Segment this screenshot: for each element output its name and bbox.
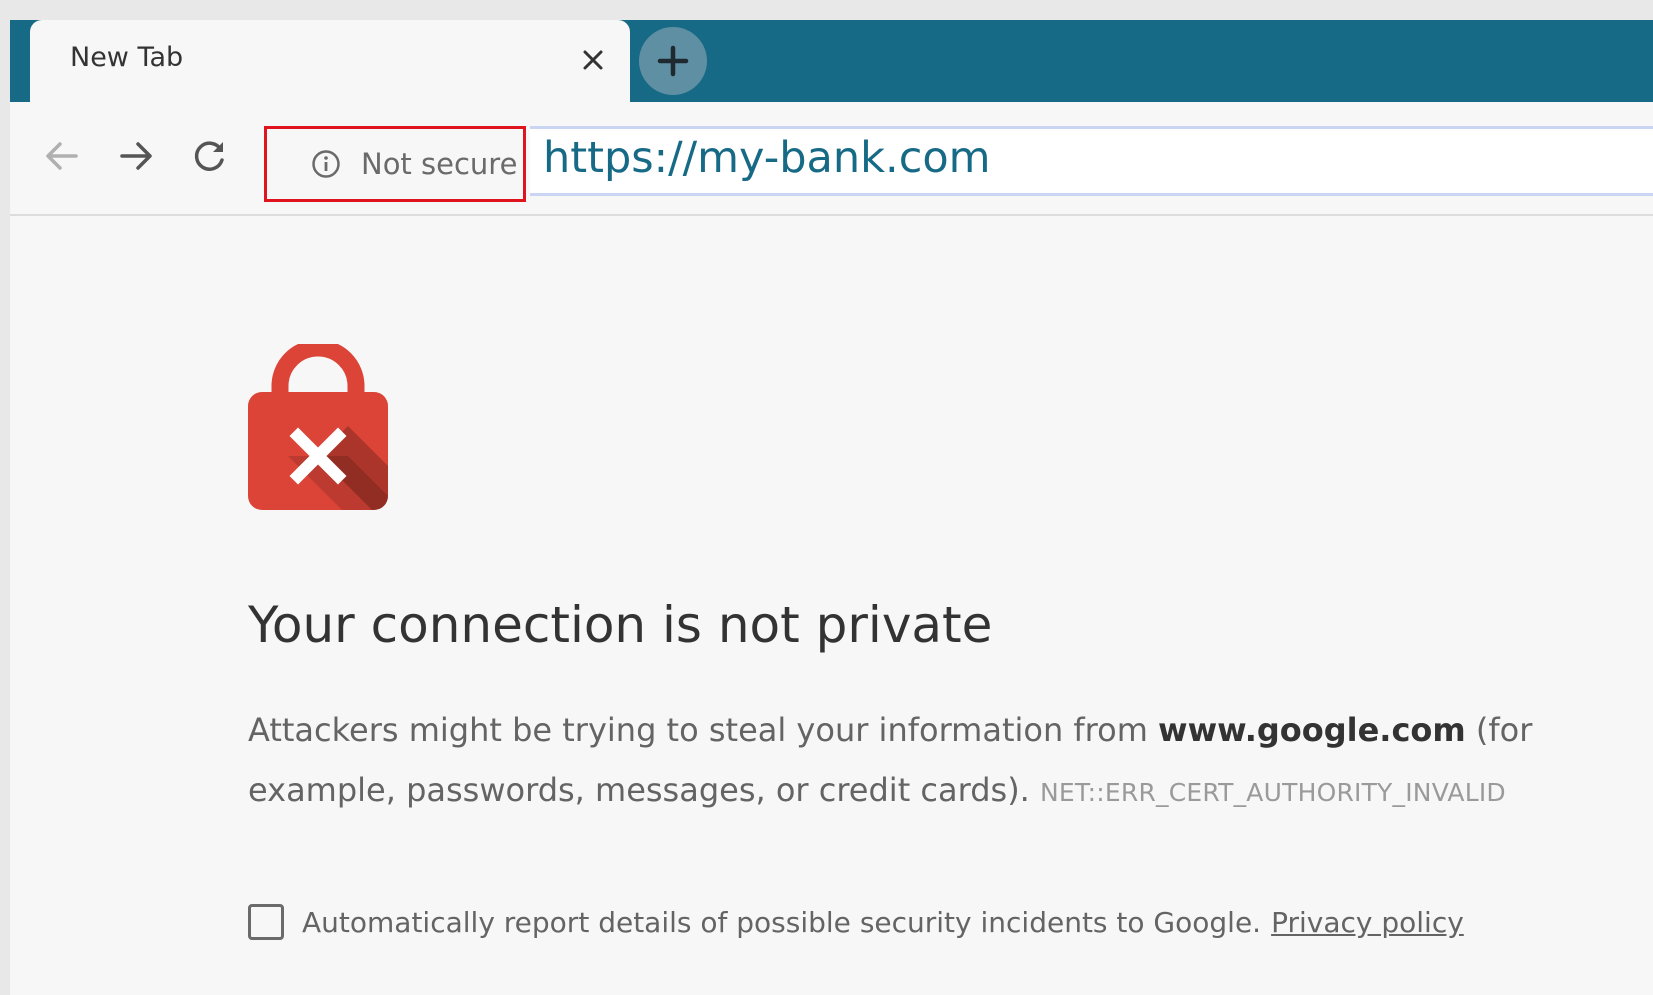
window-top-edge: [0, 0, 1653, 20]
browser-window: New Tab Not secure https://my-bank.com Y…: [10, 20, 1653, 995]
plus-icon: [657, 45, 689, 77]
toolbar: Not secure https://my-bank.com: [10, 102, 1653, 216]
target-domain: www.google.com: [1158, 711, 1466, 749]
close-tab-button[interactable]: [575, 42, 611, 78]
message-text: Attackers might be trying to steal your …: [248, 711, 1159, 749]
privacy-policy-link[interactable]: Privacy policy: [1271, 906, 1464, 939]
tab-title: New Tab: [70, 42, 184, 73]
report-option: Automatically report details of possible…: [248, 904, 1464, 940]
arrow-left-icon: [46, 142, 78, 170]
url-text: https://my-bank.com: [543, 133, 991, 183]
address-bar[interactable]: https://my-bank.com: [530, 126, 1653, 196]
report-checkbox[interactable]: [248, 904, 284, 940]
reload-icon: [194, 141, 224, 171]
report-label: Automatically report details of possible…: [302, 905, 1262, 939]
new-tab-button[interactable]: [639, 27, 707, 95]
error-code: NET::ERR_CERT_AUTHORITY_INVALID: [1040, 778, 1506, 807]
back-button[interactable]: [32, 126, 92, 186]
tab-new-tab[interactable]: New Tab: [30, 20, 630, 102]
close-icon: [583, 50, 603, 70]
arrow-right-icon: [120, 142, 152, 170]
lock-error-icon: [248, 344, 388, 510]
forward-button[interactable]: [106, 126, 166, 186]
error-page: Your connection is not private Attackers…: [10, 216, 1653, 995]
reload-button[interactable]: [180, 126, 240, 186]
tab-strip: New Tab: [10, 20, 1653, 102]
page-heading: Your connection is not private: [248, 596, 993, 654]
info-icon: [312, 150, 340, 178]
error-message: Attackers might be trying to steal your …: [248, 700, 1648, 823]
security-status-label: Not secure: [361, 147, 518, 181]
site-security-indicator[interactable]: Not secure: [264, 126, 526, 202]
